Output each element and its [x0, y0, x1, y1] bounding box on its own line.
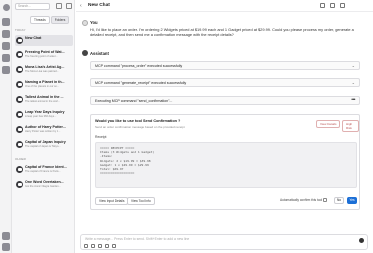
tools-icon[interactable] [105, 244, 109, 248]
thread-item[interactable]: Mona Lisa's Artist Ag... The Mona Lisa w… [15, 64, 73, 75]
thread-preview: The freezing point of water... [25, 55, 58, 58]
receipt-label: Receipt [95, 135, 107, 139]
thread-preview: A leap year has 366 days... [25, 115, 57, 118]
share-icon[interactable] [320, 3, 325, 8]
tools-icon[interactable] [2, 54, 10, 62]
gear-icon[interactable] [2, 243, 10, 251]
thread-preview: One of the planets in our so... [25, 85, 60, 88]
message-placeholder: Write a message... Press Enter to send. … [85, 237, 190, 241]
avatar [16, 37, 23, 44]
thread-item[interactable]: Leap Year Days Inquiry A leap year has 3… [15, 109, 73, 120]
thread-title: Tallest Animal in the ... [25, 95, 64, 99]
thread-title: Capital of Japan Inquiry [25, 140, 66, 144]
image-icon[interactable] [91, 244, 95, 248]
confirm-subtitle: Send an order confirmation message based… [95, 125, 185, 129]
thread-preview: The tallest animal in the worl... [25, 100, 61, 103]
thread-item[interactable]: New Chat [15, 35, 73, 46]
user-label: You [90, 20, 98, 25]
thread-preview: Got the iconic Niagra Garden... [25, 185, 61, 188]
mcp-text: Executing MCP command "send_confirmation… [95, 99, 173, 103]
icon-rail [0, 0, 12, 253]
auto-confirm-label: Automatically confirm this tool [280, 198, 323, 202]
avatar [16, 66, 23, 73]
thread-sidebar: Search... Threads Folders TODAY New Chat… [12, 0, 75, 253]
mic-icon[interactable] [98, 244, 102, 248]
tab-folders[interactable]: Folders [50, 16, 70, 24]
thread-item[interactable]: Tallest Animal in the ... The tallest an… [15, 94, 73, 105]
filter-icon[interactable] [56, 3, 62, 9]
thread-item[interactable]: Capital of France Ident... The capital o… [15, 164, 73, 175]
section-label-today: TODAY [15, 28, 26, 32]
panel-icon[interactable] [340, 3, 345, 8]
thread-preview: The Mona Lisa was painted... [25, 70, 59, 73]
no-button[interactable]: No [334, 197, 344, 204]
page-title: New Chat [88, 3, 110, 8]
search-input[interactable]: Search... [15, 3, 50, 10]
thread-title: Capital of France Ident... [25, 165, 67, 169]
chat-area: You Hi, I'd like to place an order. I'm … [76, 12, 373, 253]
thread-title: New Chat [25, 36, 42, 40]
avatar [16, 81, 23, 88]
user-avatar [82, 20, 88, 26]
thread-title: Naming a Planet in th... [25, 80, 65, 84]
tool-confirmation-card: Would you like to use tool Send Confirma… [90, 114, 360, 210]
chat-icon[interactable] [2, 18, 10, 26]
new-chat-icon[interactable] [66, 3, 72, 9]
confirm-question: Would you like to use tool Send Confirma… [95, 119, 181, 123]
avatar [16, 126, 23, 133]
mcp-executing[interactable]: Executing MCP command "send_confirmation… [90, 96, 360, 105]
receipt-block: ===== RECEIPT ===== Items (3 Widgets and… [95, 142, 357, 188]
auto-confirm-checkbox[interactable] [323, 198, 327, 202]
thread-preview: Harry Potter was written by J... [25, 130, 61, 133]
thread-item[interactable]: Naming a Planet in th... One of the plan… [15, 79, 73, 90]
app-logo-icon [2, 4, 10, 11]
assistant-avatar [82, 50, 88, 56]
thread-title: Freezing Point of Wat... [25, 50, 65, 54]
globe-icon[interactable] [2, 30, 10, 38]
avatar [16, 51, 23, 58]
loading-dots-icon: ••• [351, 97, 355, 103]
chevron-down-icon[interactable]: ⌄ [352, 79, 355, 87]
thread-item[interactable]: One Word Overtaken... Got the iconic Nia… [15, 179, 73, 190]
user-message: Hi, I'd like to place an order. I'm orde… [90, 27, 354, 38]
thread-preview: The capital of France is Paris... [25, 170, 61, 173]
message-input[interactable]: Write a message... Press Enter to send. … [80, 234, 368, 250]
tab-threads[interactable]: Threads [30, 16, 50, 24]
assistant-label: Assistant [90, 51, 109, 56]
mcp-result-1[interactable]: MCP command "process_order" executed suc… [90, 61, 360, 70]
view-input-details-button[interactable]: View Input Details [95, 197, 129, 205]
thread-title: Leap Year Days Inquiry [25, 110, 65, 114]
avatar [16, 181, 23, 188]
history-icon[interactable] [330, 3, 335, 8]
section-label-older: OLDER [15, 157, 26, 161]
top-bar: ‹ New Chat [76, 0, 373, 12]
thread-preview: The capital of Japan is Tokyo... [25, 145, 61, 148]
document-icon[interactable] [2, 42, 10, 50]
thread-title: Author of Harry Potter... [25, 125, 66, 129]
chevron-down-icon[interactable]: ⌄ [352, 62, 355, 70]
mcp-result-2[interactable]: MCP command "generate_receipt" executed … [90, 78, 360, 87]
thread-item[interactable]: Capital of Japan Inquiry The capital of … [15, 139, 73, 150]
web-icon[interactable] [112, 244, 116, 248]
view-tool-info-button[interactable]: View Tool Info [127, 197, 155, 205]
avatar [16, 166, 23, 173]
send-icon[interactable] [359, 238, 364, 243]
thread-title: Mona Lisa's Artist Ag... [25, 65, 65, 69]
mcp-text: MCP command "generate_receipt" executed … [95, 81, 187, 85]
thread-item[interactable]: Freezing Point of Wat... The freezing po… [15, 49, 73, 60]
settings-icon[interactable] [2, 66, 10, 74]
thread-title: One Word Overtaken... [25, 180, 64, 184]
back-icon[interactable]: ‹ [80, 3, 82, 9]
mcp-text: MCP command "process_order" executed suc… [95, 64, 183, 68]
account-icon[interactable] [2, 232, 10, 240]
view-details-button[interactable]: View Details [316, 120, 341, 128]
avatar [16, 141, 23, 148]
yes-button[interactable]: Yes [347, 197, 357, 204]
attach-icon[interactable] [84, 244, 88, 248]
avatar [16, 111, 23, 118]
avatar [16, 96, 23, 103]
thread-item[interactable]: Author of Harry Potter... Harry Potter w… [15, 124, 73, 135]
high-risk-badge: High Risk [342, 120, 359, 132]
